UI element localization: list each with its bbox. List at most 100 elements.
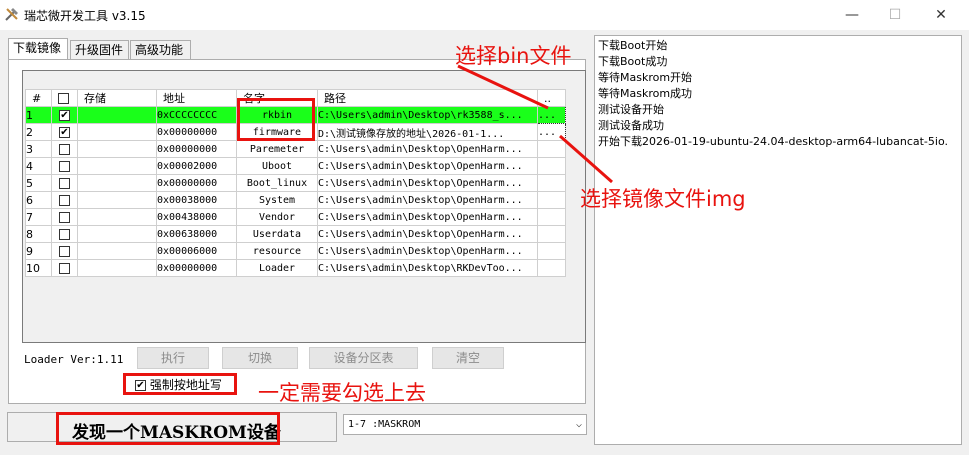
table-row[interactable]: 4 0x00002000 Uboot C:\Users\admin\Desktop\O… [25,157,566,175]
row-select-checkbox[interactable] [59,161,70,172]
col-header-name[interactable]: 名字 [236,89,318,107]
minimize-button[interactable]: — [829,0,875,30]
row-checkbox[interactable] [51,157,78,175]
row-storage[interactable] [77,123,157,141]
table-row[interactable]: 1 ✔ 0xCCCCCCCC rkbin C:\Users\admin\Desktop\… [25,106,566,124]
col-header-path[interactable]: 路径 [317,89,538,107]
row-name[interactable]: resource [236,242,318,260]
row-address[interactable]: 0x00000000 [156,174,237,192]
col-header-address[interactable]: 地址 [156,89,237,107]
row-path[interactable]: C:\Users\admin\Desktop\RKDevToo... [317,259,538,277]
col-header-extra[interactable]: .. [537,89,566,107]
row-select-checkbox[interactable]: ✔ [59,127,70,138]
row-checkbox[interactable] [51,242,78,260]
row-name[interactable]: Boot_linux [236,174,318,192]
row-checkbox[interactable]: ✔ [51,106,78,124]
row-storage[interactable] [77,242,157,260]
row-path[interactable]: C:\Users\admin\Desktop\rk3588_s... [317,106,538,124]
row-browse-button[interactable]: ... [537,123,566,141]
row-browse-button[interactable] [537,140,566,158]
row-browse-button[interactable] [537,259,566,277]
row-browse-button[interactable]: ... [537,106,566,124]
row-index[interactable]: 10 [25,259,52,277]
row-storage[interactable] [77,225,157,243]
close-button[interactable]: ✕ [918,0,964,30]
switch-button[interactable]: 切换 [222,347,298,369]
table-row[interactable]: 2 ✔ 0x00000000 firmware D:\测试镜像存放的地址\2026-01… [25,123,566,141]
table-row[interactable]: 10 0x00000000 Loader C:\Users\admin\Desktop… [25,259,566,277]
clear-button[interactable]: 清空 [432,347,504,369]
row-storage[interactable] [77,259,157,277]
row-browse-button[interactable] [537,225,566,243]
row-path[interactable]: C:\Users\admin\Desktop\OpenHarm... [317,208,538,226]
tab-upgrade-firmware[interactable]: 升级固件 [70,40,129,59]
row-select-checkbox[interactable] [59,229,70,240]
row-address[interactable]: 0x00006000 [156,242,237,260]
row-path[interactable]: C:\Users\admin\Desktop\OpenHarm... [317,242,538,260]
row-address[interactable]: 0x00000000 [156,259,237,277]
force-write-option[interactable]: ✔ 强制按地址写 [135,376,222,393]
chevron-down-icon[interactable]: ⌵ [576,415,582,434]
log-output[interactable]: 下载Boot开始 下载Boot成功 等待Maskrom开始 等待Maskrom成功 测试… [594,35,962,445]
row-browse-button[interactable] [537,242,566,260]
row-name[interactable]: Vendor [236,208,318,226]
row-storage[interactable] [77,191,157,209]
row-index[interactable]: 7 [25,208,52,226]
maximize-button[interactable]: ☐ [872,0,918,30]
row-name[interactable]: Userdata [236,225,318,243]
table-row[interactable]: 3 0x00000000 Paremeter C:\Users\admin\Deskt… [25,140,566,158]
row-select-checkbox[interactable] [59,195,70,206]
row-index[interactable]: 3 [25,140,52,158]
row-name[interactable]: Uboot [236,157,318,175]
row-path[interactable]: D:\测试镜像存放的地址\2026-01-1... [317,123,538,141]
row-name[interactable]: Paremeter [236,140,318,158]
row-index[interactable]: 8 [25,225,52,243]
row-select-checkbox[interactable] [59,178,70,189]
tab-download-image[interactable]: 下载镜像 [8,38,68,59]
row-address[interactable]: 0x00002000 [156,157,237,175]
row-name[interactable]: rkbin [236,106,318,124]
select-all-checkbox[interactable] [58,93,69,104]
row-path[interactable]: C:\Users\admin\Desktop\OpenHarm... [317,191,538,209]
row-address[interactable]: 0x00000000 [156,123,237,141]
row-path[interactable]: C:\Users\admin\Desktop\OpenHarm... [317,225,538,243]
row-browse-button[interactable] [537,191,566,209]
row-index[interactable]: 6 [25,191,52,209]
row-select-checkbox[interactable] [59,144,70,155]
col-header-index[interactable]: # [25,89,52,107]
execute-button[interactable]: 执行 [137,347,209,369]
row-path[interactable]: C:\Users\admin\Desktop\OpenHarm... [317,157,538,175]
row-path[interactable]: C:\Users\admin\Desktop\OpenHarm... [317,140,538,158]
partition-table-button[interactable]: 设备分区表 [309,347,418,369]
row-name[interactable]: firmware [236,123,318,141]
row-address[interactable]: 0x00000000 [156,140,237,158]
row-storage[interactable] [77,157,157,175]
row-storage[interactable] [77,106,157,124]
row-checkbox[interactable] [51,208,78,226]
row-browse-button[interactable] [537,157,566,175]
row-address[interactable]: 0xCCCCCCCC [156,106,237,124]
row-checkbox[interactable] [51,191,78,209]
table-row[interactable]: 9 0x00006000 resource C:\Users\admin\Deskto… [25,242,566,260]
row-checkbox[interactable]: ✔ [51,123,78,141]
row-storage[interactable] [77,208,157,226]
row-browse-button[interactable] [537,174,566,192]
col-header-check[interactable] [51,89,78,107]
table-row[interactable]: 5 0x00000000 Boot_linux C:\Users\admin\Desk… [25,174,566,192]
col-header-storage[interactable]: 存储 [77,89,157,107]
tab-advanced[interactable]: 高级功能 [130,40,191,59]
row-path[interactable]: C:\Users\admin\Desktop\OpenHarm... [317,174,538,192]
table-row[interactable]: 6 0x00038000 System C:\Users\admin\Desktop\… [25,191,566,209]
row-address[interactable]: 0x00038000 [156,191,237,209]
row-address[interactable]: 0x00638000 [156,225,237,243]
row-index[interactable]: 1 [25,106,52,124]
row-name[interactable]: Loader [236,259,318,277]
row-checkbox[interactable] [51,140,78,158]
row-select-checkbox[interactable] [59,246,70,257]
force-write-checkbox[interactable]: ✔ [135,380,146,391]
table-row[interactable]: 8 0x00638000 Userdata C:\Users\admin\Deskto… [25,225,566,243]
row-storage[interactable] [77,140,157,158]
row-index[interactable]: 2 [25,123,52,141]
row-index[interactable]: 4 [25,157,52,175]
row-checkbox[interactable] [51,174,78,192]
